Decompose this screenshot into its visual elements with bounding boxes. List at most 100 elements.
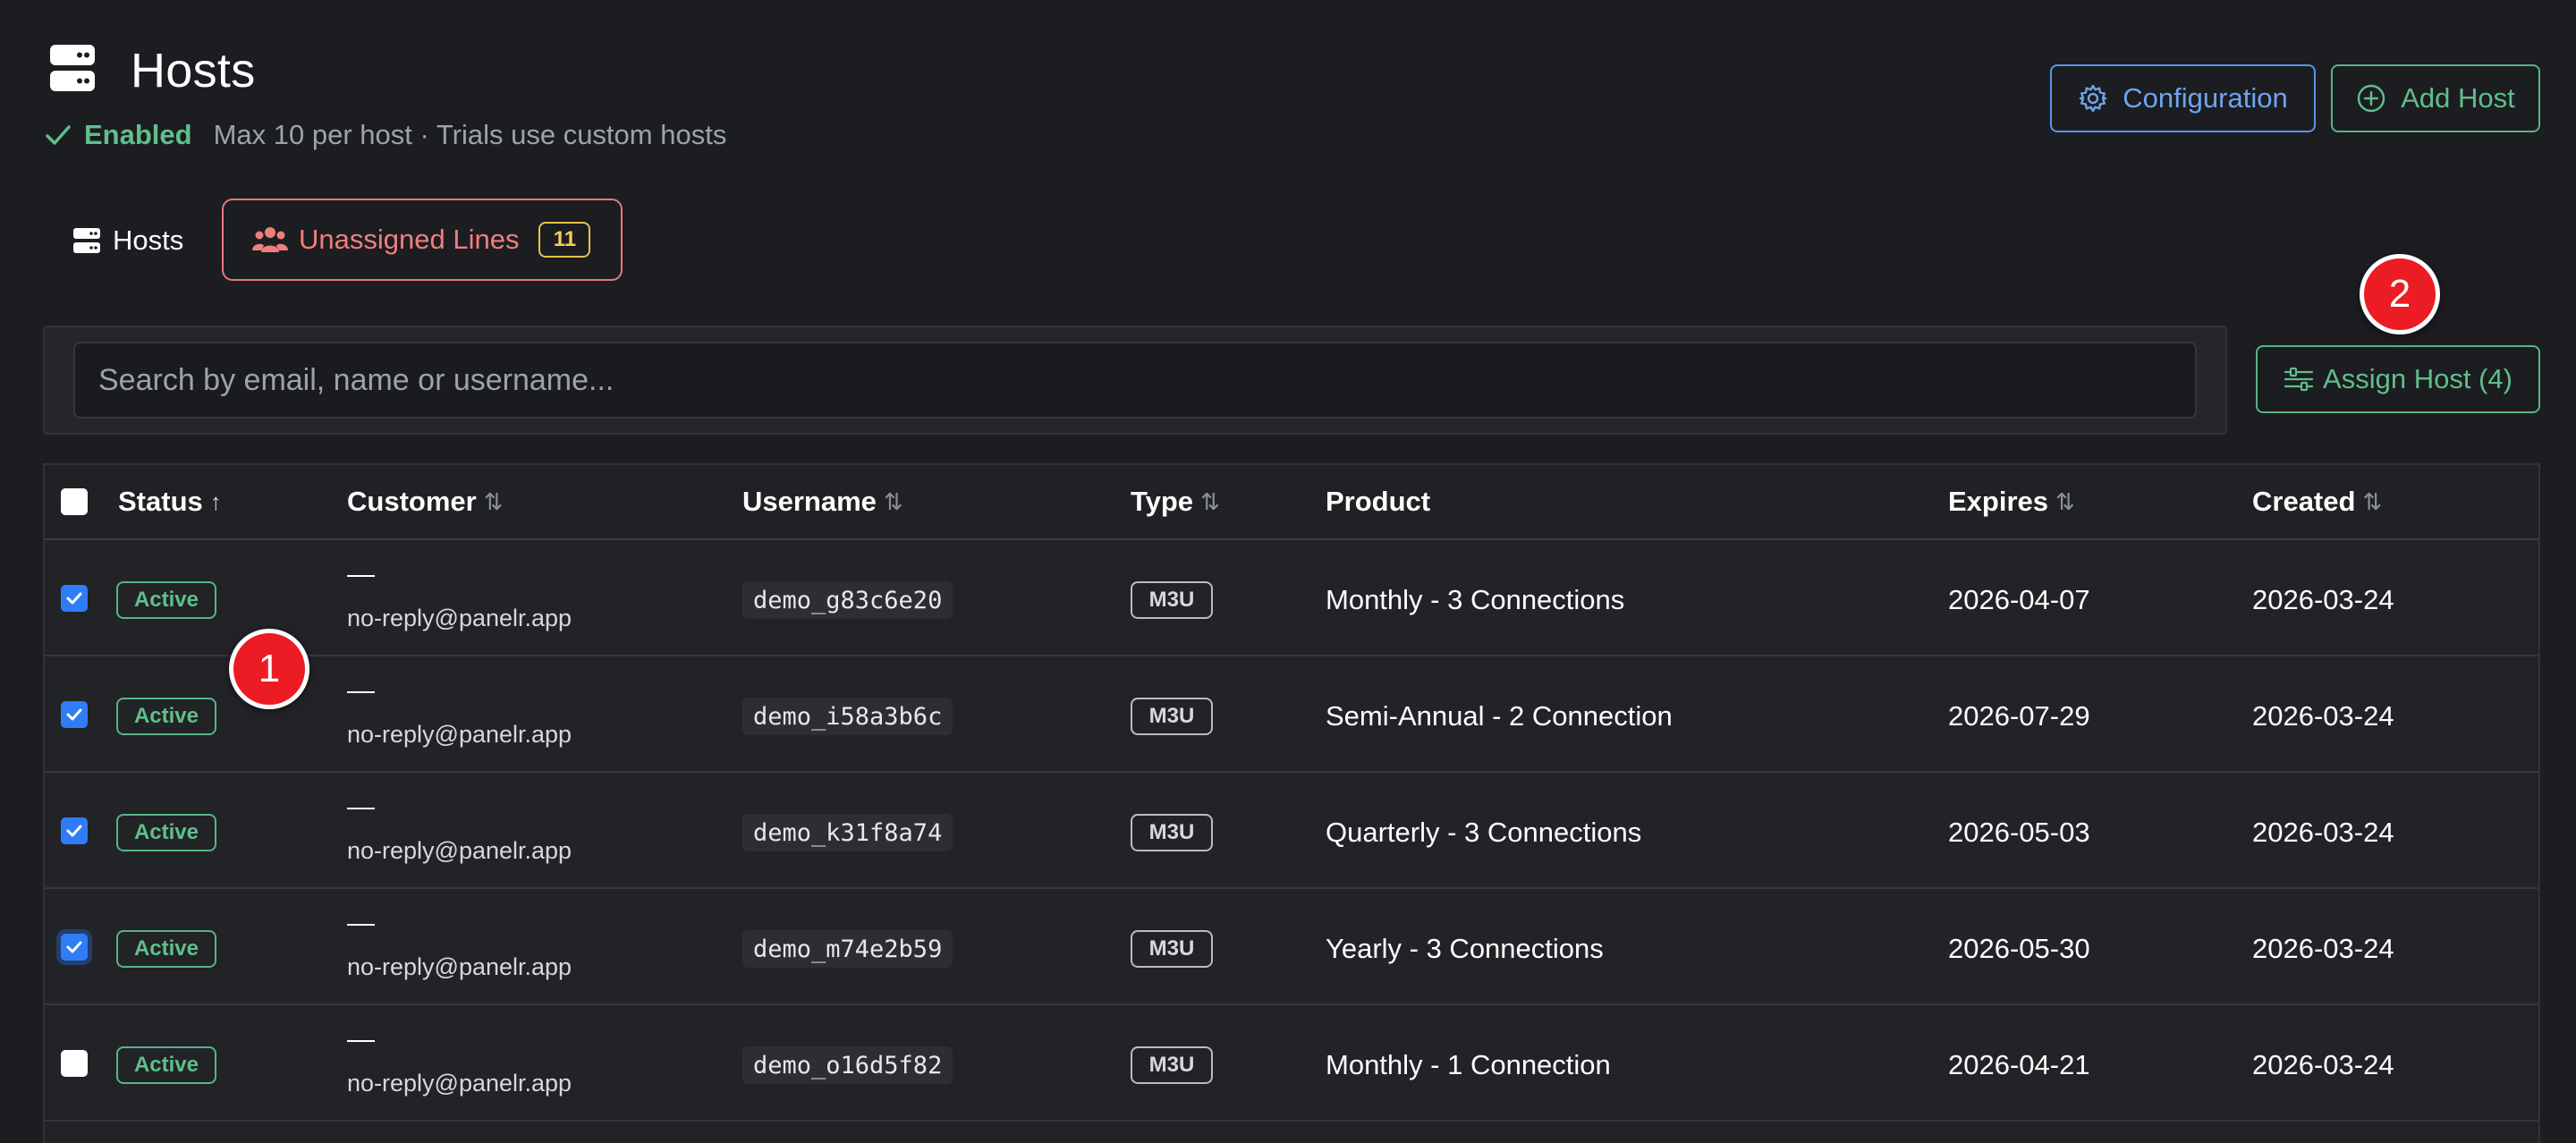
sort-icon: ⇅ xyxy=(883,487,903,515)
column-product-label: Product xyxy=(1326,486,1431,517)
plus-circle-icon xyxy=(2358,84,2385,113)
created-cell: 2026-03-24 xyxy=(2252,700,2394,732)
column-status-label: Status xyxy=(118,486,203,517)
status-badge: Active xyxy=(116,581,216,619)
column-username-label: Username xyxy=(742,486,877,517)
lines-table: Status ↑ Customer ⇅ Username ⇅ Type ⇅ Pr… xyxy=(43,463,2540,1143)
type-badge: M3U xyxy=(1131,698,1213,735)
sliders-icon xyxy=(2284,367,2314,392)
customer-email: no-reply@panelr.app xyxy=(347,953,572,980)
customer-email: no-reply@panelr.app xyxy=(347,1070,572,1096)
column-type[interactable]: Type ⇅ xyxy=(1131,465,1220,538)
table-row[interactable]: Active — no-reply@panelr.app demo_m74e2b… xyxy=(45,889,2538,1005)
checkmark-icon xyxy=(66,825,82,837)
add-host-button[interactable]: Add Host xyxy=(2331,64,2540,132)
customer-email: no-reply@panelr.app xyxy=(347,837,572,864)
row-checkbox[interactable] xyxy=(61,585,88,612)
host-status: Enabled Max 10 per host · Trials use cus… xyxy=(45,114,726,156)
product-cell: Yearly - 3 Connections xyxy=(1326,933,1604,964)
gear-icon xyxy=(2080,84,2107,113)
column-expires[interactable]: Expires ⇅ xyxy=(1948,465,2075,538)
status-badge: Active xyxy=(116,930,216,968)
server-icon xyxy=(50,45,95,91)
expires-cell: 2026-05-30 xyxy=(1948,933,2090,964)
select-all-checkbox[interactable] xyxy=(61,488,88,515)
product-cell: Semi-Annual - 2 Connection xyxy=(1326,700,1673,732)
page-title: Hosts xyxy=(131,44,256,97)
table-row[interactable]: Active — no-reply@panelr.app demo_o16d5f… xyxy=(45,1005,2538,1122)
sort-icon: ⇅ xyxy=(2055,487,2075,515)
column-customer-label: Customer xyxy=(347,486,477,517)
column-created[interactable]: Created ⇅ xyxy=(2252,465,2382,538)
tab-unassigned-label: Unassigned Lines xyxy=(299,224,520,255)
row-checkbox[interactable] xyxy=(61,701,88,728)
table-row[interactable]: Active — no-reply@panelr.app demo_k31f8a… xyxy=(45,773,2538,889)
row-checkbox[interactable] xyxy=(61,1050,88,1077)
unassigned-count-badge: 11 xyxy=(538,222,591,258)
tab-hosts[interactable]: Hosts xyxy=(73,211,183,270)
username-code: demo_g83c6e20 xyxy=(742,581,953,619)
row-checkbox[interactable] xyxy=(61,934,88,961)
search-panel xyxy=(43,326,2227,435)
assign-host-button[interactable]: Assign Host (4) xyxy=(2256,345,2540,413)
table-row[interactable]: Active — no-reply@panelr.app demo_g83c6e… xyxy=(45,540,2538,656)
expires-cell: 2026-04-07 xyxy=(1948,584,2090,615)
created-cell: 2026-03-24 xyxy=(2252,1049,2394,1080)
product-cell: Monthly - 1 Connection xyxy=(1326,1049,1611,1080)
type-badge: M3U xyxy=(1131,814,1213,851)
column-customer[interactable]: Customer ⇅ xyxy=(347,465,504,538)
status-badge: Active xyxy=(116,814,216,851)
product-cell: Quarterly - 3 Connections xyxy=(1326,817,1642,848)
column-type-label: Type xyxy=(1131,486,1194,517)
users-icon xyxy=(252,227,288,252)
tab-unassigned-lines[interactable]: Unassigned Lines 11 xyxy=(222,199,623,281)
configuration-label: Configuration xyxy=(2123,82,2288,114)
column-product: Product xyxy=(1326,465,1430,538)
search-input[interactable] xyxy=(73,342,2197,419)
add-host-label: Add Host xyxy=(2401,82,2515,114)
checkmark-icon xyxy=(66,941,82,953)
username-code: demo_o16d5f82 xyxy=(742,1046,953,1084)
customer-name: — xyxy=(347,1023,375,1054)
customer-name: — xyxy=(347,558,375,589)
column-created-label: Created xyxy=(2252,486,2356,517)
column-expires-label: Expires xyxy=(1948,486,2049,517)
server-icon xyxy=(73,228,100,253)
expires-cell: 2026-07-29 xyxy=(1948,700,2090,732)
username-code: demo_i58a3b6c xyxy=(742,698,953,735)
customer-email: no-reply@panelr.app xyxy=(347,605,572,631)
product-cell: Monthly - 3 Connections xyxy=(1326,584,1625,615)
table-header: Status ↑ Customer ⇅ Username ⇅ Type ⇅ Pr… xyxy=(45,465,2538,540)
customer-email: no-reply@panelr.app xyxy=(347,721,572,748)
status-enabled-label: Enabled xyxy=(84,119,192,150)
step-marker-1: 1 xyxy=(229,629,309,709)
table-row[interactable]: Active — no-reply@panelr.app demo_i58a3b… xyxy=(45,656,2538,773)
type-badge: M3U xyxy=(1131,930,1213,968)
username-code: demo_k31f8a74 xyxy=(742,814,953,851)
step-marker-2: 2 xyxy=(2360,254,2440,334)
username-code: demo_m74e2b59 xyxy=(742,930,953,968)
sort-icon: ⇅ xyxy=(483,487,504,515)
status-description: Max 10 per host · Trials use custom host… xyxy=(213,119,727,150)
checkmark-icon xyxy=(66,592,82,605)
tab-hosts-label: Hosts xyxy=(113,224,184,256)
status-badge: Active xyxy=(116,1046,216,1084)
check-icon xyxy=(46,125,71,145)
created-cell: 2026-03-24 xyxy=(2252,933,2394,964)
sort-asc-icon: ↑ xyxy=(209,487,222,515)
status-badge: Active xyxy=(116,698,216,735)
expires-cell: 2026-04-21 xyxy=(1948,1049,2090,1080)
configuration-button[interactable]: Configuration xyxy=(2050,64,2316,132)
sort-icon: ⇅ xyxy=(2362,487,2383,515)
customer-name: — xyxy=(347,791,375,822)
column-username[interactable]: Username ⇅ xyxy=(742,465,903,538)
sort-icon: ⇅ xyxy=(1200,487,1220,515)
created-cell: 2026-03-24 xyxy=(2252,584,2394,615)
column-status[interactable]: Status ↑ xyxy=(118,465,222,538)
row-checkbox[interactable] xyxy=(61,817,88,844)
type-badge: M3U xyxy=(1131,1046,1213,1084)
checkmark-icon xyxy=(66,708,82,721)
customer-name: — xyxy=(347,674,375,706)
customer-name: — xyxy=(347,907,375,938)
type-badge: M3U xyxy=(1131,581,1213,619)
